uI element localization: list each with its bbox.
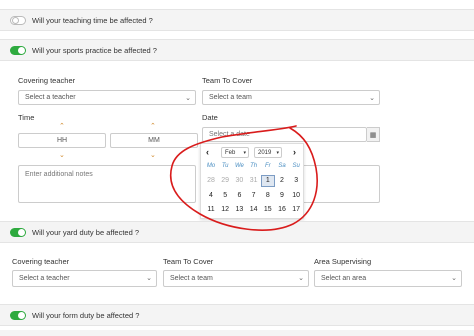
chevron-down-icon: ⌄ [146,275,152,282]
prev-month-icon[interactable]: ‹ [206,147,209,157]
hours-down-arrow-icon[interactable]: ⌄ [59,151,65,159]
yard-team-select[interactable]: Select a team ⌄ [163,270,309,287]
date-label: Date [202,113,218,122]
notes-textarea-right[interactable] [300,165,380,203]
form-duty-toggle[interactable] [10,310,26,320]
toggle-knob [18,228,25,236]
minutes-placeholder: MM [148,137,160,144]
form-duty-section-header: Will your form duty be affected ? [0,304,474,326]
form-duty-question: Will your form duty be affected ? [32,310,140,320]
calendar-day[interactable]: 4 [204,190,218,202]
covering-teacher-select[interactable]: Select a teacher ⌄ [18,90,196,105]
next-month-icon[interactable]: › [293,147,296,157]
covering-teacher-value: Select a teacher [25,94,76,101]
calendar-day[interactable]: 3 [289,175,303,187]
covering-teacher-label: Covering teacher [18,76,76,85]
yard-team-value: Select a team [170,275,213,282]
yard-covering-teacher-label: Covering teacher [12,257,70,266]
yard-team-label: Team To Cover [163,257,214,266]
weekday-header: Fr [264,163,271,169]
year-select[interactable]: 2019 ▾ [254,147,282,158]
yard-section-header: Will your yard duty be affected ? [0,221,474,243]
calendar-icon[interactable]: ▦ [367,127,380,142]
calendar-day[interactable]: 14 [247,204,261,216]
minutes-up-arrow-icon[interactable]: ⌃ [150,122,156,130]
date-placeholder: Select a date [209,131,250,138]
toggle-knob [12,16,19,24]
time-label: Time [18,113,35,122]
minutes-down-arrow-icon[interactable]: ⌄ [150,151,156,159]
calendar-day[interactable]: 7 [247,190,261,202]
yard-covering-teacher-value: Select a teacher [19,275,70,282]
year-value: 2019 [258,149,272,156]
month-value: Feb [225,149,236,156]
weekday-header: We [234,163,244,169]
calendar-day[interactable]: 9 [275,190,289,202]
sports-question: Will your sports practice be affected ? [32,45,157,55]
weekday-header: Mo [206,163,216,169]
calendar-day[interactable]: 16 [275,204,289,216]
teaching-toggle[interactable] [10,15,26,25]
footer-strip [0,330,474,336]
additional-notes-textarea[interactable]: Enter additional notes [18,165,196,203]
hours-placeholder: HH [56,137,68,144]
sports-toggle[interactable] [10,45,26,55]
calendar-day[interactable]: 12 [218,204,232,216]
team-to-cover-value: Select a team [209,94,252,101]
teaching-section-header: Will your teaching time be affected ? [0,9,474,31]
calendar-day[interactable]: 6 [232,190,246,202]
calendar-day[interactable]: 10 [289,190,303,202]
calendar-day[interactable]: 29 [218,175,232,187]
teaching-question: Will your teaching time be affected ? [32,15,153,25]
yard-question: Will your yard duty be affected ? [32,227,139,237]
calendar-day[interactable]: 5 [218,190,232,202]
calendar-day[interactable]: 1 [260,175,275,187]
toggle-knob [18,46,25,54]
calendar-day[interactable]: 15 [261,204,275,216]
hours-up-arrow-icon[interactable]: ⌃ [59,122,65,130]
calendar-day[interactable]: 8 [261,190,275,202]
team-to-cover-label: Team To Cover [202,76,253,85]
notes-placeholder: Enter additional notes [25,171,93,178]
calendar-day[interactable]: 28 [204,175,218,187]
yard-toggle[interactable] [10,227,26,237]
chevron-down-icon: ▾ [243,149,246,156]
chevron-down-icon: ⌄ [298,275,304,282]
calendar-day[interactable]: 31 [247,175,261,187]
area-supervising-label: Area Supervising [314,257,372,266]
sports-section-header: Will your sports practice be affected ? [0,39,474,61]
area-supervising-value: Select an area [321,275,367,282]
chevron-down-icon: ⌄ [185,95,191,102]
date-input[interactable]: Select a date [202,127,367,142]
weekday-header: Th [250,163,258,169]
chevron-down-icon: ▾ [276,149,279,156]
calendar-day[interactable]: 13 [232,204,246,216]
yard-covering-teacher-select[interactable]: Select a teacher ⌄ [12,270,157,287]
datepicker-header: ‹ Feb ▾ 2019 ▾ › [201,146,305,160]
weekday-header: Sa [278,163,286,169]
hours-input[interactable]: HH [18,133,106,148]
weekday-header: Su [292,163,300,169]
calendar-day[interactable]: 2 [275,175,289,187]
team-to-cover-select[interactable]: Select a team ⌄ [202,90,380,105]
datepicker-popup: ‹ Feb ▾ 2019 ▾ › Mo Tu We Th Fr Sa Su 28 29 30 31 1… [200,143,304,219]
toggle-knob [18,311,25,319]
month-select[interactable]: Feb ▾ [221,147,249,158]
chevron-down-icon: ⌄ [369,95,375,102]
minutes-input[interactable]: MM [110,133,198,148]
calendar-day[interactable]: 30 [232,175,246,187]
chevron-down-icon: ⌄ [451,275,457,282]
area-supervising-select[interactable]: Select an area ⌄ [314,270,462,287]
calendar-day[interactable]: 11 [204,204,218,216]
weekday-header: Tu [221,163,229,169]
calendar-day[interactable]: 17 [289,204,303,216]
